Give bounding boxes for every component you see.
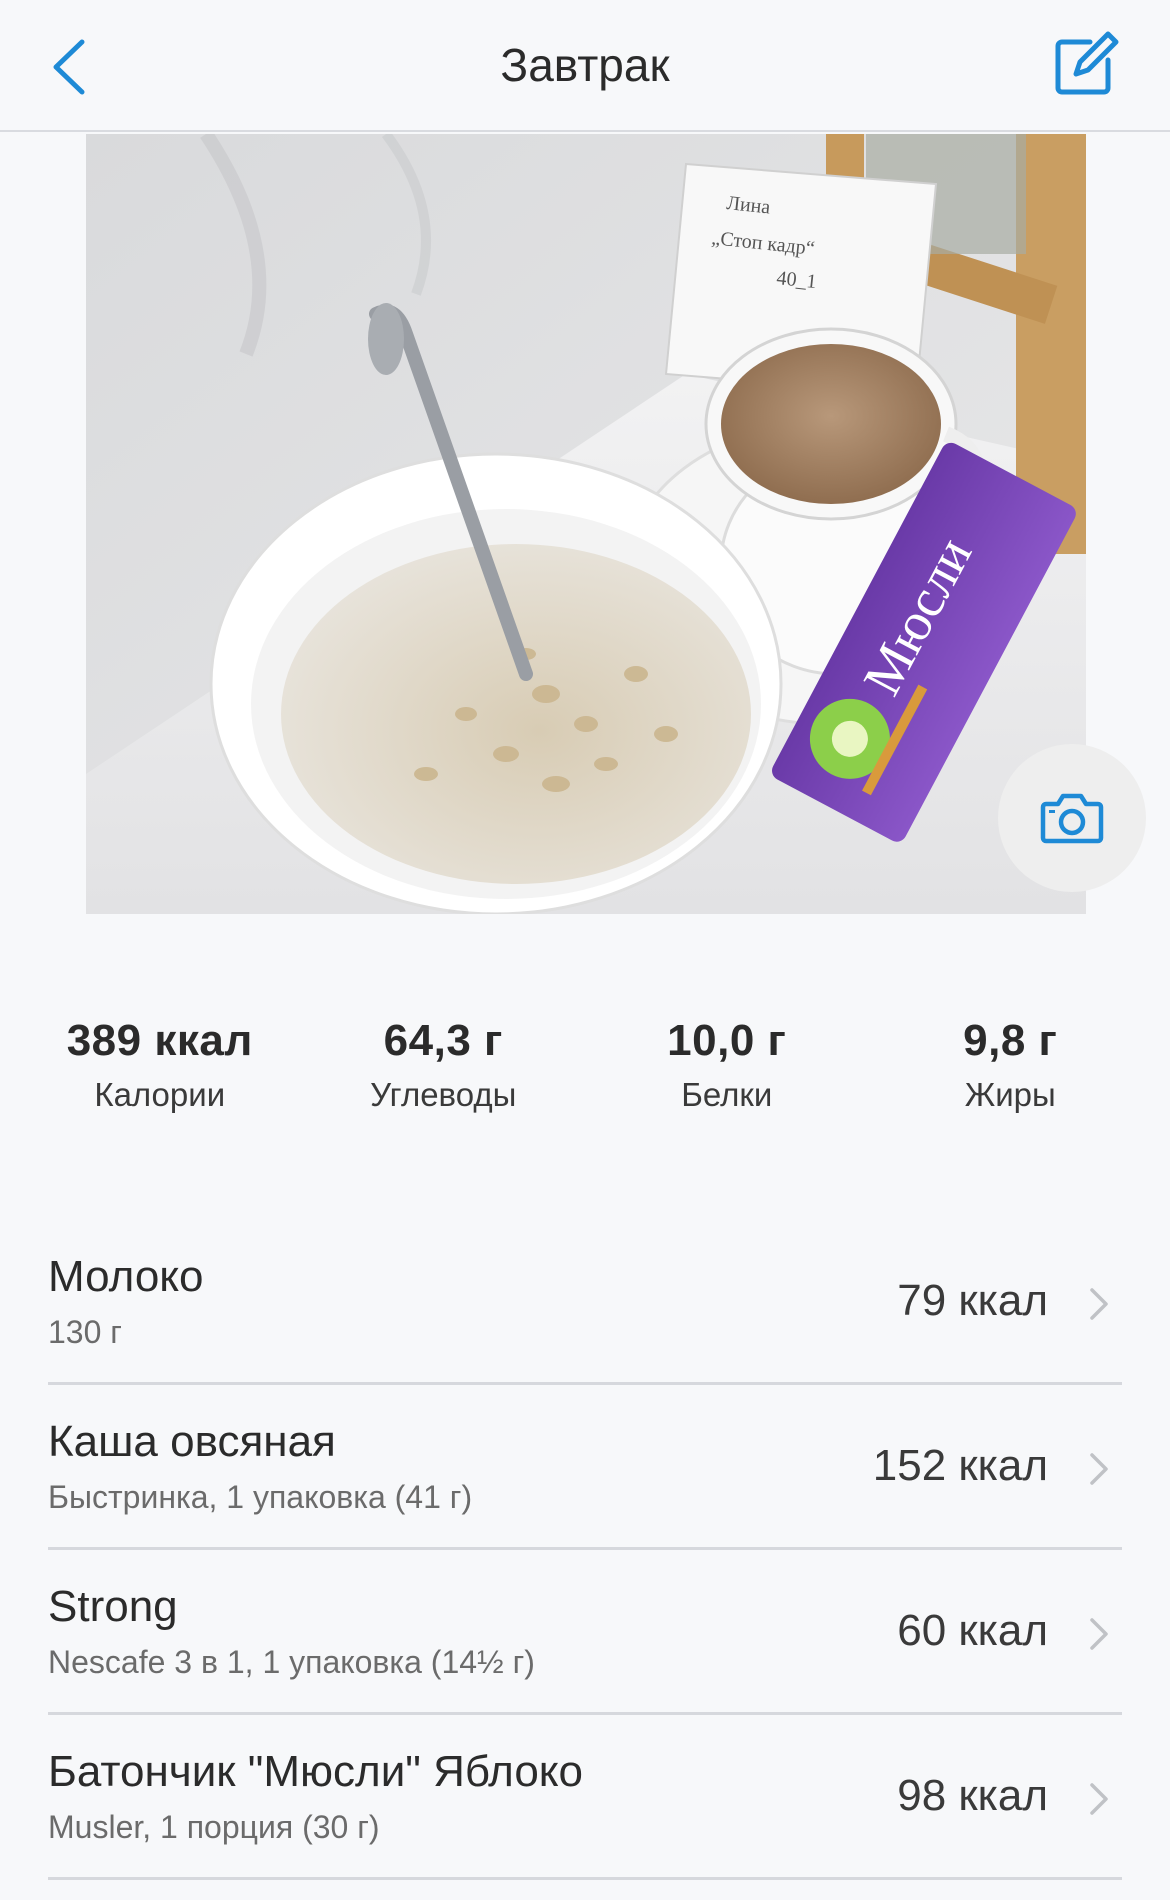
macro-protein: 10,0 г Белки <box>585 1016 869 1126</box>
meal-photo-image: Лина „Стоп кадр“ 40_1 Мюсли <box>86 134 1086 914</box>
macro-label: Калории <box>94 1076 226 1113</box>
food-kcal: 152 ккал <box>872 1441 1048 1490</box>
note-line-3: 40_1 <box>775 267 817 293</box>
page-title: Завтрак <box>500 39 670 91</box>
food-detail: Быстринка, 1 упаковка (41 г) <box>48 1479 473 1515</box>
chevron-right-icon <box>1090 1453 1108 1485</box>
macro-value: 9,8 г <box>963 1016 1058 1065</box>
food-item-oatmeal[interactable]: Каша овсяная Быстринка, 1 упаковка (41 г… <box>48 1385 1122 1550</box>
macro-value: 64,3 г <box>383 1016 503 1065</box>
macros-summary: 389 ккал Калории 64,3 г Углеводы 10,0 г … <box>18 1016 1152 1126</box>
macro-value: 10,0 г <box>667 1016 787 1065</box>
food-kcal: 79 ккал <box>897 1276 1048 1325</box>
macro-carbs: 64,3 г Углеводы <box>302 1016 586 1126</box>
food-item-muesli-bar[interactable]: Батончик "Мюсли" Яблоко Musler, 1 порция… <box>48 1715 1122 1880</box>
food-name: Молоко <box>48 1252 204 1301</box>
food-name: Каша овсяная <box>48 1417 336 1466</box>
edit-button[interactable] <box>1050 30 1120 100</box>
chevron-right-icon <box>1090 1783 1108 1815</box>
food-item-milk[interactable]: Молоко 130 г 79 ккал <box>48 1220 1122 1385</box>
chevron-right-icon <box>1090 1618 1108 1650</box>
food-name: Батончик "Мюсли" Яблоко <box>48 1747 584 1796</box>
macro-calories: 389 ккал Калории <box>18 1016 302 1126</box>
camera-icon <box>1040 793 1104 844</box>
macro-label: Жиры <box>964 1076 1056 1113</box>
food-list: Молоко 130 г 79 ккал Каша овсяная Быстри… <box>48 1220 1122 1880</box>
camera-button[interactable] <box>998 744 1146 892</box>
food-detail: Musler, 1 порция (30 г) <box>48 1809 380 1845</box>
food-kcal: 60 ккал <box>897 1606 1048 1655</box>
macro-label: Белки <box>681 1076 773 1113</box>
food-item-coffee[interactable]: Strong Nescafe 3 в 1, 1 упаковка (14½ г)… <box>48 1550 1122 1715</box>
navigation-bar: Завтрак <box>0 0 1170 132</box>
food-detail: Nescafe 3 в 1, 1 упаковка (14½ г) <box>48 1644 535 1680</box>
meal-photo[interactable]: Лина „Стоп кадр“ 40_1 Мюсли <box>86 134 1086 914</box>
note-line-1: Лина <box>725 192 771 218</box>
chevron-right-icon <box>1090 1288 1108 1320</box>
food-detail: 130 г <box>48 1314 122 1350</box>
edit-icon <box>1055 31 1119 95</box>
meal-photo-area: Лина „Стоп кадр“ 40_1 Мюсли <box>0 134 1170 914</box>
food-kcal: 98 ккал <box>897 1771 1048 1820</box>
macro-fat: 9,8 г Жиры <box>869 1016 1153 1126</box>
food-name: Strong <box>48 1582 178 1631</box>
macro-value: 389 ккал <box>66 1016 253 1065</box>
macro-label: Углеводы <box>370 1076 517 1113</box>
